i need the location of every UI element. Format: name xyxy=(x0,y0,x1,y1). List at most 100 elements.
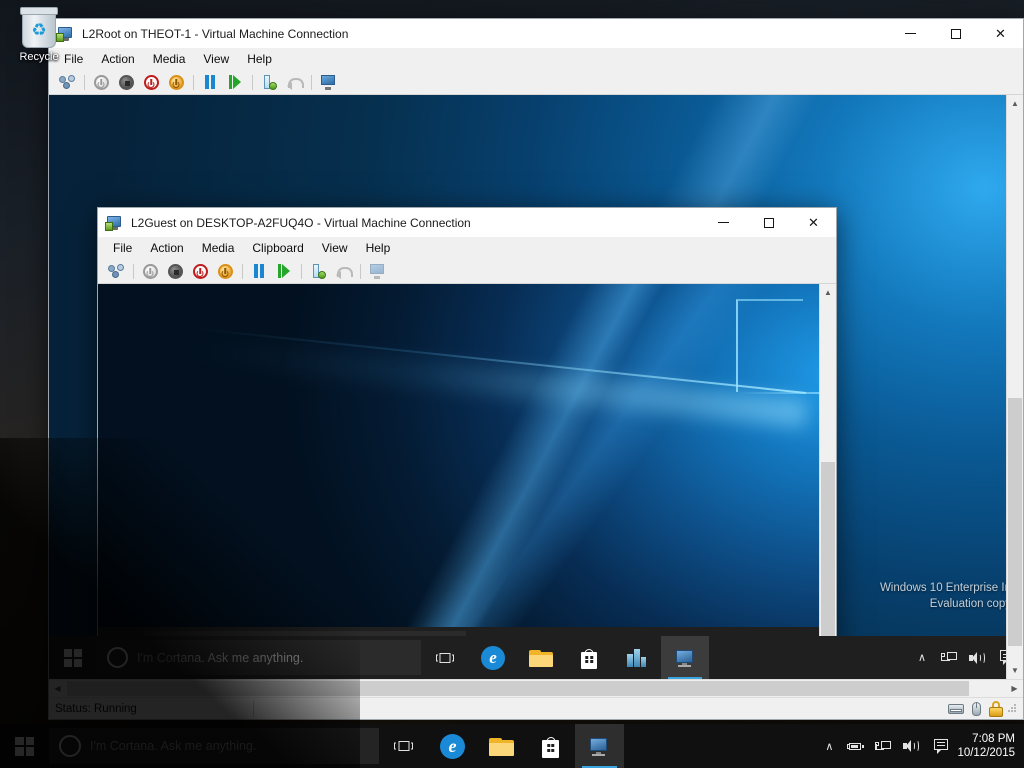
start-button[interactable] xyxy=(49,636,97,679)
revert-icon xyxy=(336,264,351,278)
network-icon[interactable] xyxy=(869,724,897,768)
save-vm-button[interactable] xyxy=(164,71,188,93)
pause-vm-button[interactable] xyxy=(247,260,271,282)
scroll-track[interactable] xyxy=(1007,112,1023,662)
taskbar-app-virtual-machine-connection[interactable] xyxy=(661,636,709,679)
checkpoint-vm-button[interactable] xyxy=(306,260,330,282)
taskbar-app-hyper-v-manager[interactable] xyxy=(613,636,661,679)
inner-menu-help[interactable]: Help xyxy=(357,238,400,258)
taskbar-app-task-view[interactable] xyxy=(421,636,469,679)
resume-vm-button[interactable] xyxy=(272,260,296,282)
taskbar-app-microsoft-store[interactable] xyxy=(526,724,575,768)
inner-window-menubar[interactable]: File Action Media Clipboard View Help xyxy=(98,237,836,259)
inner-menu-action[interactable]: Action xyxy=(141,238,192,258)
inner-minimize-button[interactable] xyxy=(701,208,746,237)
outer-window-toolbar[interactable] xyxy=(49,70,1023,95)
outer-maximize-button[interactable] xyxy=(933,19,978,48)
enhanced-session-icon xyxy=(320,75,336,90)
resume-vm-button[interactable] xyxy=(223,71,247,93)
revert-vm-button[interactable] xyxy=(282,71,306,93)
enhanced-session-button[interactable] xyxy=(365,260,389,282)
cortana-search-box[interactable]: I'm Cortana. Ask me anything. xyxy=(49,728,379,764)
scroll-right-arrow[interactable]: ▶ xyxy=(1006,680,1023,697)
shut-down-vm-button[interactable] xyxy=(188,260,212,282)
network-icon[interactable] xyxy=(935,636,963,679)
start-button[interactable] xyxy=(98,627,144,669)
inner-menu-file[interactable]: File xyxy=(104,238,141,258)
outer-window-menubar[interactable]: File Action Media View Help xyxy=(49,48,1023,70)
outer-vm-connection-window[interactable]: L2Root on THEOT-1 - Virtual Machine Conn… xyxy=(48,18,1024,720)
enhanced-session-button[interactable] xyxy=(316,71,340,93)
shut-down-vm-button[interactable] xyxy=(139,71,163,93)
scroll-track[interactable] xyxy=(66,680,1006,697)
taskbar-app-file-explorer[interactable] xyxy=(477,724,526,768)
start-vm-button[interactable] xyxy=(89,71,113,93)
volume-icon[interactable] xyxy=(897,724,925,768)
outer-guest-taskbar-apps[interactable]: e xyxy=(421,636,709,679)
inner-menu-view[interactable]: View xyxy=(313,238,357,258)
outer-close-button[interactable]: ✕ xyxy=(978,19,1023,48)
taskbar-app-file-explorer[interactable] xyxy=(517,636,565,679)
scroll-left-arrow[interactable]: ◀ xyxy=(98,670,115,679)
outer-menu-action[interactable]: Action xyxy=(92,49,143,69)
inner-menu-clipboard[interactable]: Clipboard xyxy=(243,238,312,258)
show-hidden-icons-button[interactable]: ∧ xyxy=(909,636,935,679)
inner-window-titlebar[interactable]: L2Guest on DESKTOP-A2FUQ4O - Virtual Mac… xyxy=(98,208,836,237)
inner-menu-media[interactable]: Media xyxy=(193,238,244,258)
outer-vm-viewport[interactable]: Windows 10 Enterprise In Evaluation copy… xyxy=(49,95,1023,679)
turn-off-vm-button[interactable] xyxy=(114,71,138,93)
scroll-thumb[interactable] xyxy=(1008,398,1022,646)
inner-close-button[interactable]: ✕ xyxy=(791,208,836,237)
host-taskbar-apps[interactable]: e xyxy=(379,724,624,768)
ctrl-alt-delete-button[interactable] xyxy=(55,71,79,93)
scroll-up-arrow[interactable]: ▲ xyxy=(820,284,836,301)
inner-vm-connection-window[interactable]: L2Guest on DESKTOP-A2FUQ4O - Virtual Mac… xyxy=(97,207,837,679)
host-desktop[interactable]: ♻ Recycle L2Root on THEOT-1 - Virtual Ma… xyxy=(0,0,1024,768)
outer-window-horizontal-scrollbar[interactable]: ◀ ▶ xyxy=(49,679,1023,697)
save-vm-button[interactable] xyxy=(213,260,237,282)
resume-icon xyxy=(229,75,241,89)
outer-viewport-vertical-scrollbar[interactable]: ▲ ▼ xyxy=(1006,95,1023,679)
ctrl-alt-delete-button[interactable] xyxy=(104,260,128,282)
inner-window-title: L2Guest on DESKTOP-A2FUQ4O - Virtual Mac… xyxy=(131,216,471,230)
resize-grip[interactable] xyxy=(1008,704,1018,714)
outer-menu-view[interactable]: View xyxy=(194,49,238,69)
turn-off-vm-button[interactable] xyxy=(163,260,187,282)
scroll-down-arrow[interactable]: ▼ xyxy=(1007,662,1023,679)
host-system-tray[interactable]: ∧ 7:08 PM 10/12/2015 xyxy=(816,724,1024,768)
outer-menu-media[interactable]: Media xyxy=(144,49,195,69)
host-taskbar[interactable]: I'm Cortana. Ask me anything. e xyxy=(0,724,1024,768)
outer-guest-taskbar[interactable]: I'm Cortana. Ask me anything. e xyxy=(49,636,1023,679)
taskbar-app-virtual-machine-connection[interactable] xyxy=(575,724,624,768)
scroll-thumb[interactable] xyxy=(67,681,969,696)
inner-window-toolbar[interactable] xyxy=(98,259,836,284)
revert-vm-button[interactable] xyxy=(331,260,355,282)
checkpoint-vm-button[interactable] xyxy=(257,71,281,93)
taskbar-app-microsoft-edge[interactable]: e xyxy=(428,724,477,768)
pause-vm-button[interactable] xyxy=(198,71,222,93)
outer-window-titlebar[interactable]: L2Root on THEOT-1 - Virtual Machine Conn… xyxy=(49,19,1023,48)
start-button[interactable] xyxy=(0,724,49,768)
show-hidden-icons-button[interactable]: ∧ xyxy=(816,724,842,768)
inner-maximize-button[interactable] xyxy=(746,208,791,237)
task-view-icon xyxy=(393,738,414,755)
cortana-search-placeholder: I'm Cortana. Ask me anything. xyxy=(183,641,349,655)
inner-viewport-vertical-scrollbar[interactable]: ▲ ▼ xyxy=(819,284,836,669)
volume-icon[interactable] xyxy=(963,636,991,679)
taskbar-app-microsoft-edge[interactable]: e xyxy=(469,636,517,679)
scroll-up-arrow[interactable]: ▲ xyxy=(1007,95,1023,112)
scroll-left-arrow[interactable]: ◀ xyxy=(49,680,66,697)
clock[interactable]: 7:08 PM 10/12/2015 xyxy=(957,732,1024,761)
cortana-search-box[interactable]: I'm Cortana. Ask me anything. xyxy=(97,640,421,675)
action-center-icon[interactable] xyxy=(925,724,957,768)
taskbar-app-microsoft-store[interactable] xyxy=(565,636,613,679)
battery-icon[interactable] xyxy=(842,724,869,768)
start-vm-button[interactable] xyxy=(138,260,162,282)
scroll-track[interactable] xyxy=(820,301,836,652)
taskbar-app-task-view[interactable] xyxy=(379,724,428,768)
scroll-thumb[interactable] xyxy=(821,462,835,638)
outer-minimize-button[interactable] xyxy=(888,19,933,48)
inner-vm-viewport[interactable]: I'm Cortana. Ask me anything. e xyxy=(98,284,836,669)
desktop-icon-recycle-bin[interactable]: ♻ Recycle xyxy=(6,10,72,63)
outer-menu-help[interactable]: Help xyxy=(238,49,281,69)
